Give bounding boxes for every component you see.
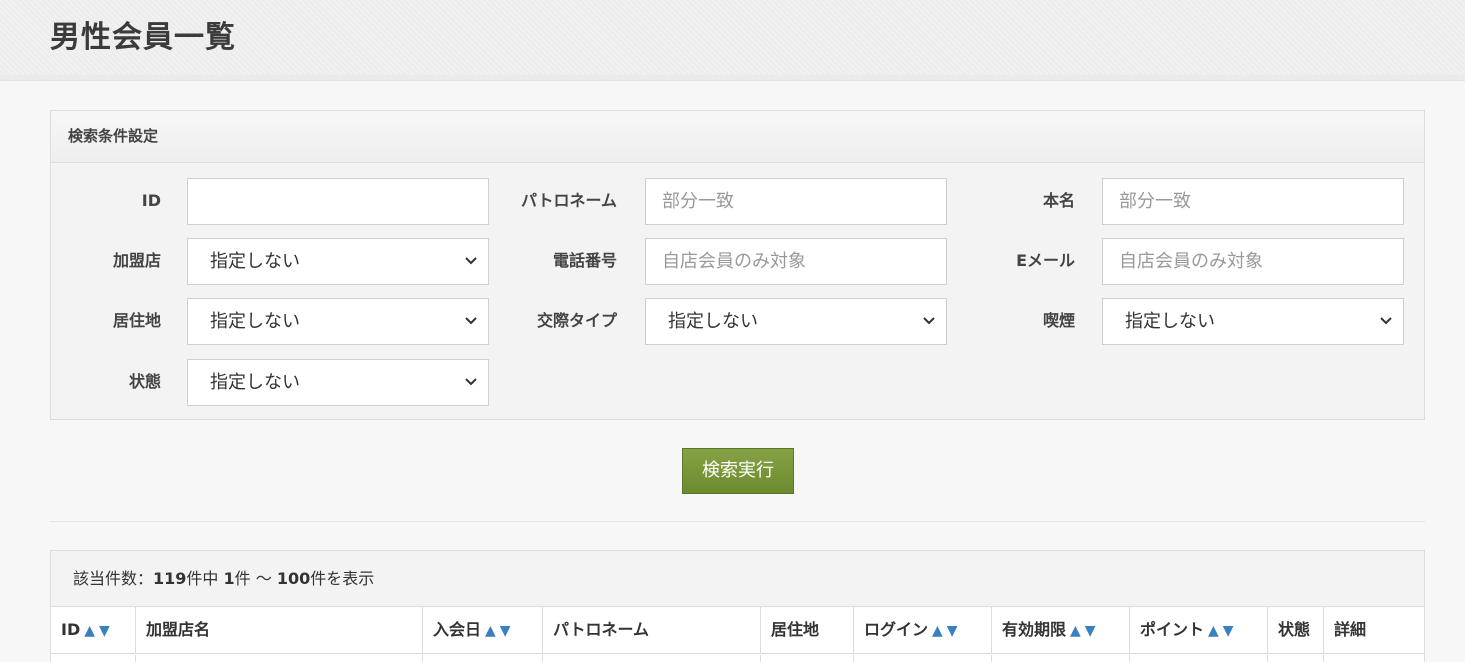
relationship-type-select[interactable]: 指定しない	[645, 298, 947, 345]
column-header-login-label: ログイン	[864, 620, 929, 639]
column-header-patron-name: パトロネーム	[543, 607, 761, 654]
residence-select-value: 指定しない	[210, 311, 300, 332]
column-header-expiry-label: 有効期限	[1002, 620, 1067, 639]
sort-asc-icon[interactable]: ▲	[932, 623, 943, 639]
phone-input[interactable]: 自店会員のみ対象	[645, 238, 947, 285]
smoking-label: 喫煙	[1042, 311, 1075, 330]
sort-desc-icon[interactable]: ▼	[99, 623, 110, 639]
column-header-store-name: 加盟店名	[136, 607, 423, 654]
column-header-points[interactable]: ポイント ▲ ▼	[1130, 607, 1268, 654]
real-name-input[interactable]: 部分一致	[1102, 178, 1404, 225]
column-header-store-name-label: 加盟店名	[146, 620, 211, 639]
result-count-mid2: 件 〜	[234, 569, 277, 588]
table-header: ID ▲ ▼ 加盟店名 入会日 ▲ ▼ パトロネーム 居住地 ログイン ▲ ▼ 有効期限 ▲ ▼…	[51, 607, 1424, 654]
relationship-type-select-value: 指定しない	[668, 311, 758, 332]
results-panel: 該当件数：119件中 1件 〜 100件を表示 ID ▲ ▼ 加盟店名 入会日 ▲ ▼ …	[50, 550, 1425, 662]
chevron-down-icon	[465, 317, 477, 325]
chevron-down-icon	[465, 378, 477, 386]
column-header-expiry[interactable]: 有効期限 ▲ ▼	[992, 607, 1130, 654]
member-store-select[interactable]: 指定しない	[187, 238, 489, 285]
id-label: ID	[141, 191, 161, 210]
column-header-patron-name-label: パトロネーム	[553, 620, 650, 639]
result-count-mid1: 件中	[186, 569, 224, 588]
chevron-down-icon	[923, 317, 935, 325]
search-panel-heading: 検索条件設定	[51, 111, 1424, 163]
page-header: 男性会員一覧	[0, 0, 1465, 81]
phone-label: 電話番号	[552, 251, 617, 270]
smoking-select[interactable]: 指定しない	[1102, 298, 1404, 345]
smoking-select-value: 指定しない	[1125, 311, 1215, 332]
member-store-select-value: 指定しない	[210, 251, 300, 272]
patron-name-label: パトロネーム	[520, 191, 617, 210]
email-label: Eメール	[1016, 251, 1075, 270]
sort-asc-icon[interactable]: ▲	[1208, 623, 1219, 639]
column-header-status: 状態	[1268, 607, 1324, 654]
sort-asc-icon[interactable]: ▲	[485, 623, 496, 639]
search-conditions-panel: 検索条件設定 ID パトロネーム 部分一致 本名 部分一致 加盟店 指定しない …	[50, 110, 1425, 420]
column-header-id-label: ID	[61, 620, 81, 639]
id-input[interactable]	[187, 178, 489, 225]
result-count-suffix: 件を表示	[310, 569, 375, 588]
column-header-join-date-label: 入会日	[433, 620, 482, 639]
result-total: 119	[153, 569, 187, 588]
result-to: 100	[276, 569, 311, 588]
member-store-label: 加盟店	[112, 251, 161, 270]
chevron-down-icon	[1380, 317, 1392, 325]
status-select[interactable]: 指定しない	[187, 359, 489, 406]
sort-desc-icon[interactable]: ▼	[1085, 623, 1096, 639]
column-header-points-label: ポイント	[1140, 620, 1205, 639]
column-header-residence: 居住地	[761, 607, 854, 654]
sort-asc-icon[interactable]: ▲	[84, 623, 95, 639]
column-header-login[interactable]: ログイン ▲ ▼	[854, 607, 992, 654]
sort-asc-icon[interactable]: ▲	[1070, 623, 1081, 639]
page-title: 男性会員一覧	[50, 20, 236, 55]
sort-desc-icon[interactable]: ▼	[947, 623, 958, 639]
residence-select[interactable]: 指定しない	[187, 298, 489, 345]
search-submit-button[interactable]: 検索実行	[682, 448, 794, 494]
result-count: 該当件数：119件中 1件 〜 100件を表示	[51, 551, 1424, 607]
column-header-id[interactable]: ID ▲ ▼	[51, 607, 136, 654]
relationship-type-label: 交際タイプ	[536, 311, 617, 330]
sort-desc-icon[interactable]: ▼	[1223, 623, 1234, 639]
column-header-detail: 詳細	[1324, 607, 1424, 654]
status-label: 状態	[128, 372, 161, 391]
result-from: 1	[223, 569, 235, 588]
result-count-prefix: 該当件数：	[73, 569, 154, 588]
residence-label: 居住地	[112, 311, 161, 330]
column-header-detail-label: 詳細	[1334, 620, 1367, 639]
column-header-residence-label: 居住地	[771, 620, 820, 639]
chevron-down-icon	[465, 257, 477, 265]
sort-desc-icon[interactable]: ▼	[500, 623, 511, 639]
column-header-join-date[interactable]: 入会日 ▲ ▼	[423, 607, 543, 654]
email-input[interactable]: 自店会員のみ対象	[1102, 238, 1404, 285]
real-name-label: 本名	[1042, 191, 1075, 210]
section-divider	[50, 521, 1425, 522]
patron-name-input[interactable]: 部分一致	[645, 178, 947, 225]
column-header-status-label: 状態	[1278, 620, 1311, 639]
table-row	[51, 655, 1424, 662]
status-select-value: 指定しない	[210, 372, 300, 393]
